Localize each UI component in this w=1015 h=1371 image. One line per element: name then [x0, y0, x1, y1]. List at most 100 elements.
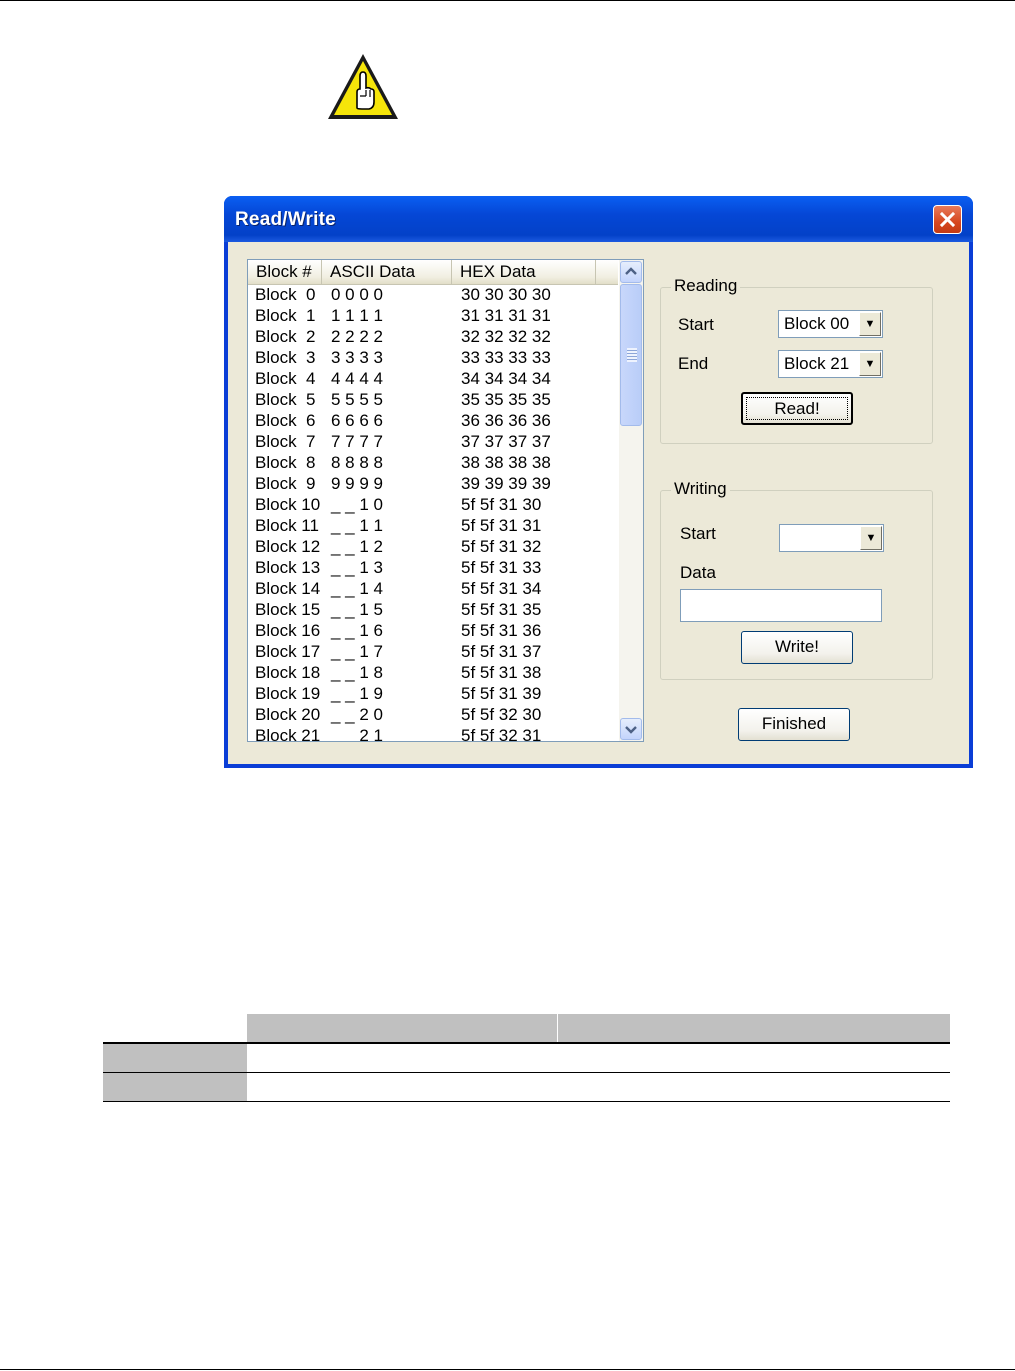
table-row-header-cell — [103, 1073, 247, 1101]
hex-cell: 5f 5f 32 31 — [461, 726, 542, 741]
scroll-down-button[interactable] — [620, 718, 642, 740]
list-item[interactable]: Block 2 2 2 2 2 32 32 32 32 — [248, 327, 618, 348]
dropdown-arrow-icon[interactable]: ▼ — [859, 352, 881, 376]
block-cell: Block 20 — [255, 705, 321, 724]
block-cell: Block 11 — [255, 516, 319, 535]
block-cell: Block 0 — [255, 285, 316, 304]
focus-rectangle — [746, 397, 848, 420]
list-item[interactable]: Block 1 1 1 1 1 31 31 31 31 — [248, 306, 618, 327]
dialog-titlebar[interactable]: Read/Write — [224, 196, 973, 242]
hex-cell: 34 34 34 34 — [461, 369, 551, 388]
page-bottom-rule — [0, 1369, 1015, 1370]
hex-cell: 5f 5f 31 32 — [461, 537, 542, 556]
ascii-cell: _ _ 1 6 — [331, 621, 383, 640]
block-data-list[interactable]: Block # ASCII Data HEX Data Block 0 0 0 0… — [247, 259, 644, 742]
table-row-rule — [103, 1101, 950, 1102]
ascii-cell: _ _ 1 1 — [331, 516, 383, 535]
hex-cell: 5f 5f 31 36 — [461, 621, 542, 640]
list-item[interactable]: Block 20 _ _ 2 0 5f 5f 32 30 — [248, 705, 618, 726]
caution-hand-icon — [328, 54, 398, 119]
close-icon — [939, 211, 956, 228]
list-item[interactable]: Block 8 8 8 8 8 38 38 38 38 — [248, 453, 618, 474]
list-item[interactable]: Block 17 _ _ 1 7 5f 5f 31 37 — [248, 642, 618, 663]
ascii-cell: _ _ 1 9 — [331, 684, 383, 703]
list-header: Block # ASCII Data HEX Data — [248, 260, 618, 285]
scroll-up-button[interactable] — [620, 261, 642, 283]
list-item[interactable]: Block 3 3 3 3 3 33 33 33 33 — [248, 348, 618, 369]
column-header-ascii[interactable]: ASCII Data — [322, 260, 452, 284]
table-header-cell — [558, 1014, 950, 1042]
list-item[interactable]: Block 21 _ _ 2 1 5f 5f 32 31 — [248, 726, 618, 741]
block-cell: Block 8 — [255, 453, 316, 472]
list-item[interactable]: Block 13 _ _ 1 3 5f 5f 31 33 — [248, 558, 618, 579]
block-cell: Block 21 — [255, 726, 321, 741]
table-row-header-cell — [103, 1044, 247, 1072]
list-item[interactable]: Block 11 _ _ 1 1 5f 5f 31 31 — [248, 516, 618, 537]
hex-cell: 5f 5f 31 34 — [461, 579, 542, 598]
reading-end-value: Block 21 — [784, 354, 850, 373]
hex-cell: 32 32 32 32 — [461, 327, 551, 346]
block-cell: Block 17 — [255, 642, 321, 661]
scroll-grip-icon — [627, 348, 637, 362]
dropdown-arrow-icon[interactable]: ▼ — [859, 312, 881, 336]
dialog-title: Read/Write — [235, 209, 336, 230]
write-button[interactable]: Write! — [741, 631, 853, 664]
reading-end-label: End — [678, 354, 709, 373]
list-item[interactable]: Block 4 4 4 4 4 34 34 34 34 — [248, 369, 618, 390]
ascii-cell: _ _ 1 8 — [331, 663, 383, 682]
hex-cell: 5f 5f 31 39 — [461, 684, 542, 703]
block-cell: Block 9 — [255, 474, 316, 493]
hex-cell: 35 35 35 35 — [461, 390, 551, 409]
column-header-block[interactable]: Block # — [248, 260, 322, 284]
list-item[interactable]: Block 19 _ _ 1 9 5f 5f 31 39 — [248, 684, 618, 705]
block-cell: Block 3 — [255, 348, 316, 367]
hex-cell: 38 38 38 38 — [461, 453, 551, 472]
writing-start-select[interactable]: ▼ — [779, 524, 884, 552]
dropdown-arrow-icon[interactable]: ▼ — [860, 526, 882, 550]
block-cell: Block 2 — [255, 327, 316, 346]
hex-cell: 5f 5f 31 38 — [461, 663, 542, 682]
ascii-cell: 9 9 9 9 — [331, 474, 383, 493]
ascii-cell: 3 3 3 3 — [331, 348, 383, 367]
reading-start-select[interactable]: Block 00 ▼ — [778, 310, 883, 338]
list-item[interactable]: Block 7 7 7 7 7 37 37 37 37 — [248, 432, 618, 453]
hex-cell: 5f 5f 31 35 — [461, 600, 542, 619]
list-item[interactable]: Block 9 9 9 9 9 39 39 39 39 — [248, 474, 618, 495]
scroll-thumb[interactable] — [620, 284, 642, 426]
hex-cell: 39 39 39 39 — [461, 474, 551, 493]
block-cell: Block 4 — [255, 369, 316, 388]
block-cell: Block 16 — [255, 621, 321, 640]
ascii-cell: 8 8 8 8 — [331, 453, 383, 472]
list-item[interactable]: Block 15 _ _ 1 5 5f 5f 31 35 — [248, 600, 618, 621]
write-button-label: Write! — [774, 637, 820, 656]
hex-cell: 5f 5f 31 31 — [461, 516, 542, 535]
writing-data-input[interactable] — [680, 589, 882, 622]
ascii-cell: 2 2 2 2 — [331, 327, 383, 346]
reading-start-label: Start — [678, 315, 714, 334]
hex-cell: 30 30 30 30 — [461, 285, 551, 304]
ascii-cell: 4 4 4 4 — [331, 369, 383, 388]
list-item[interactable]: Block 5 5 5 5 5 35 35 35 35 — [248, 390, 618, 411]
reading-group-label: Reading — [671, 276, 741, 296]
hex-cell: 5f 5f 31 33 — [461, 558, 542, 577]
block-cell: Block 19 — [255, 684, 321, 703]
reading-end-select[interactable]: Block 21 ▼ — [778, 350, 883, 378]
column-header-hex[interactable]: HEX Data — [452, 260, 596, 284]
list-item[interactable]: Block 0 0 0 0 0 30 30 30 30 — [248, 285, 618, 306]
block-cell: Block 6 — [255, 411, 316, 430]
read-button[interactable]: Read! — [741, 392, 853, 425]
finished-button[interactable]: Finished — [738, 708, 850, 741]
list-item[interactable]: Block 12 _ _ 1 2 5f 5f 31 32 — [248, 537, 618, 558]
writing-start-label: Start — [680, 524, 716, 543]
ascii-cell: _ _ 1 2 — [331, 537, 383, 556]
list-item[interactable]: Block 18 _ _ 1 8 5f 5f 31 38 — [248, 663, 618, 684]
list-item[interactable]: Block 14 _ _ 1 4 5f 5f 31 34 — [248, 579, 618, 600]
table-header-cell — [247, 1014, 557, 1042]
list-item[interactable]: Block 16 _ _ 1 6 5f 5f 31 36 — [248, 621, 618, 642]
block-cell: Block 5 — [255, 390, 316, 409]
list-item[interactable]: Block 6 6 6 6 6 36 36 36 36 — [248, 411, 618, 432]
list-item[interactable]: Block 10 _ _ 1 0 5f 5f 31 30 — [248, 495, 618, 516]
vertical-scrollbar[interactable] — [619, 260, 643, 741]
block-cell: Block 7 — [255, 432, 316, 451]
close-button[interactable] — [933, 205, 962, 234]
